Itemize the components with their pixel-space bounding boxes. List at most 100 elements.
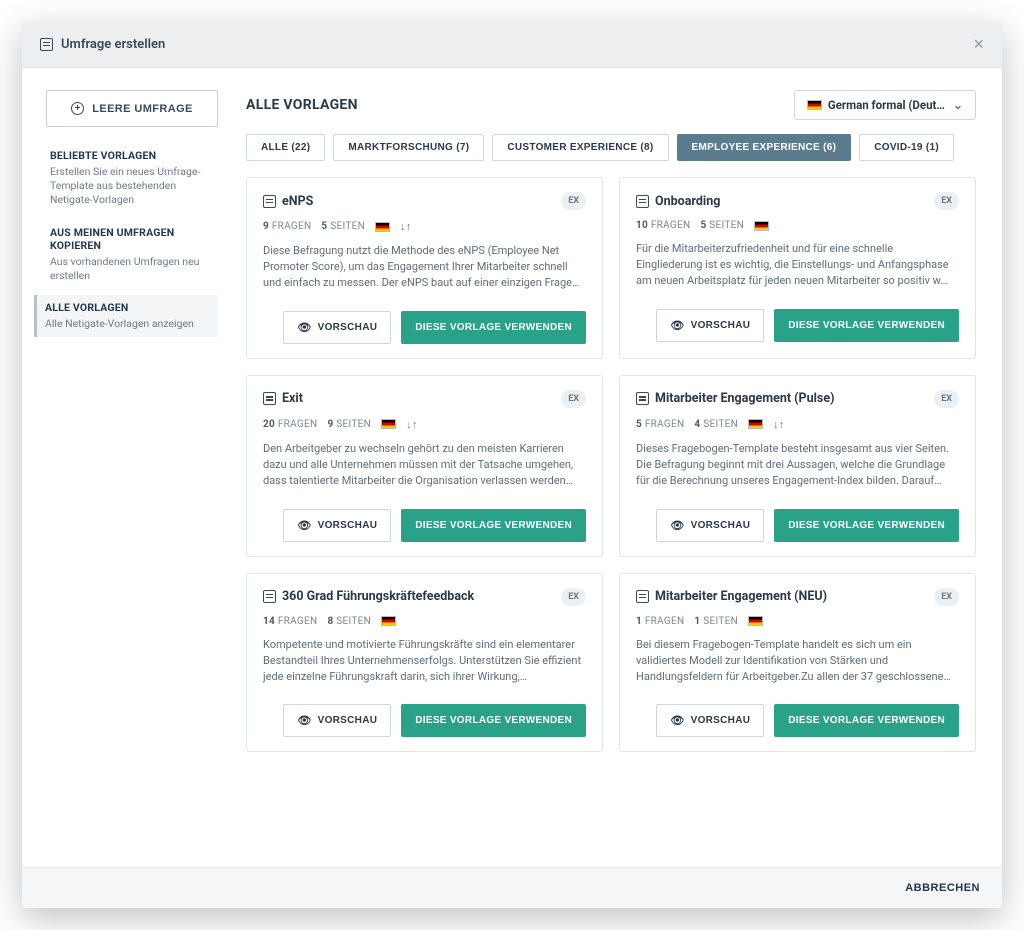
modal-title-wrap: Umfrage erstellen (40, 37, 165, 52)
template-icon (263, 195, 276, 208)
language-select[interactable]: German formal (Deut… ⌄ (794, 90, 976, 120)
flag-de-icon (381, 616, 396, 626)
use-template-button[interactable]: DIESE VORLAGE VERWENDEN (774, 509, 959, 542)
flag-de-icon (754, 221, 769, 231)
card-title-text: Exit (282, 391, 303, 406)
template-card-2: Exit EX 20 FRAGEN9 SEITEN↓↑ Den Arbeitgeber… (246, 375, 603, 557)
modal-title: Umfrage erstellen (61, 37, 165, 52)
card-desc: Diese Befragung nutzt die Methode des eN… (263, 243, 586, 291)
card-meta: 14 FRAGEN8 SEITEN (263, 616, 586, 627)
template-card-3: Mitarbeiter Engagement (Pulse)EX 5 FRAGEN… (619, 375, 976, 557)
card-head: Mitarbeiter Engagement (Pulse)EX (636, 390, 959, 408)
card-title: Mitarbeiter Engagement (NEU) (636, 589, 827, 604)
modal-header: Umfrage erstellen × (22, 22, 1002, 68)
preview-button[interactable]: 👁VORSCHAU (656, 309, 764, 342)
modal-body: + LEERE UMFRAGE BELIEBTE VORLAGEN Erstell… (22, 68, 1002, 867)
card-title: 360 Grad Führungskräftefeedback (263, 589, 474, 604)
eye-icon: 👁 (297, 714, 311, 727)
use-template-button[interactable]: DIESE VORLAGE VERWENDEN (401, 704, 586, 737)
survey-icon (40, 38, 53, 51)
card-actions: 👁VORSCHAU DIESE VORLAGE VERWENDEN (636, 704, 959, 737)
card-desc: Den Arbeitgeber zu wechseln gehört zu de… (263, 441, 586, 489)
sidebar-items: BELIEBTE VORLAGEN Erstellen Sie ein neues… (46, 143, 218, 337)
card-meta: 9 FRAGEN5 SEITEN↓↑ (263, 220, 586, 233)
tab-1[interactable]: MARKTFORSCHUNG (7) (333, 134, 484, 161)
card-title: Exit (263, 391, 303, 406)
template-icon (636, 590, 649, 603)
preview-label: VORSCHAU (318, 715, 378, 726)
ex-badge: EX (561, 588, 586, 606)
use-template-button[interactable]: DIESE VORLAGE VERWENDEN (774, 309, 959, 342)
eye-icon: 👁 (297, 321, 311, 334)
tab-2[interactable]: CUSTOMER EXPERIENCE (8) (492, 134, 668, 161)
card-meta: 5 FRAGEN4 SEITEN↓↑ (636, 418, 959, 431)
tab-4[interactable]: COVID-19 (1) (859, 134, 954, 161)
card-desc: Für die Mitarbeiterzufriedenheit und für… (636, 241, 959, 289)
language-label: German formal (Deut… (828, 98, 945, 112)
sidebar-item-desc: Erstellen Sie ein neues Umfrage-Template… (50, 165, 214, 208)
card-title-text: 360 Grad Führungskräftefeedback (282, 589, 474, 604)
template-card-5: Mitarbeiter Engagement (NEU)EX1 FRAGEN1 … (619, 573, 976, 753)
blank-survey-button[interactable]: + LEERE UMFRAGE (46, 90, 218, 127)
flag-de-icon (375, 222, 390, 232)
template-icon (636, 392, 649, 405)
template-cards: eNPS EX 9 FRAGEN5 SEITEN↓↑ Diese Befragung … (246, 177, 976, 752)
plus-icon: + (71, 102, 84, 115)
use-template-button[interactable]: DIESE VORLAGE VERWENDEN (401, 509, 586, 542)
sidebar-item-0[interactable]: BELIEBTE VORLAGEN Erstellen Sie ein neues… (46, 143, 218, 214)
template-icon (263, 392, 276, 405)
sidebar-item-title: ALLE VORLAGEN (45, 301, 214, 314)
card-title: Onboarding (636, 194, 720, 209)
preview-button[interactable]: 👁 VORSCHAU (283, 704, 391, 737)
card-title-text: Mitarbeiter Engagement (NEU) (655, 589, 827, 604)
card-title-text: Onboarding (655, 194, 720, 209)
cancel-button[interactable]: ABBRECHEN (905, 882, 980, 894)
preview-label: VORSCHAU (318, 520, 378, 531)
preview-button[interactable]: 👁 VORSCHAU (656, 509, 764, 542)
modal-footer: ABBRECHEN (22, 867, 1002, 908)
sidebar-item-desc: Alle Netigate-Vorlagen anzeigen (45, 317, 214, 331)
card-title: eNPS (263, 194, 313, 209)
flag-de-icon (807, 100, 822, 110)
tab-0[interactable]: ALLE (22) (246, 134, 325, 161)
ex-badge: EX (561, 192, 586, 210)
tab-3[interactable]: EMPLOYEE EXPERIENCE (6) (677, 134, 852, 161)
card-actions: 👁 VORSCHAU DIESE VORLAGE VERWENDEN (263, 704, 586, 737)
card-desc: Kompetente und motivierte Führungskräfte… (263, 637, 586, 685)
template-card-1: Onboarding EX 10 FRAGEN5 SEITEN Für die Mit… (619, 177, 976, 359)
sidebar-item-2[interactable]: ALLE VORLAGEN Alle Netigate-Vorlagen anze… (34, 295, 218, 337)
ex-badge: EX (934, 588, 959, 606)
main-panel: ALLE VORLAGEN German formal (Deut… ⌄ ALL… (232, 68, 1002, 867)
preview-label: VORSCHAU (691, 520, 751, 531)
settings-icon: ↓↑ (406, 418, 418, 431)
close-button[interactable]: × (973, 34, 984, 55)
use-template-button[interactable]: DIESE VORLAGE VERWENDEN (401, 311, 586, 344)
eye-icon: 👁 (297, 519, 311, 532)
settings-icon: ↓↑ (773, 418, 785, 431)
card-meta: 20 FRAGEN9 SEITEN↓↑ (263, 418, 586, 431)
preview-label: VORSCHAU (691, 715, 751, 726)
page-title: ALLE VORLAGEN (246, 97, 358, 113)
flag-de-icon (748, 419, 763, 429)
card-head: Onboarding EX (636, 192, 959, 210)
template-icon (263, 590, 276, 603)
template-card-4: 360 Grad Führungskräftefeedback EX 14 FRAG… (246, 573, 603, 753)
sidebar-item-title: BELIEBTE VORLAGEN (50, 149, 214, 162)
ex-badge: EX (561, 390, 586, 408)
sidebar-item-desc: Aus vorhandenen Umfragen neu erstellen (50, 255, 214, 283)
ex-badge: EX (934, 192, 959, 210)
use-template-button[interactable]: DIESE VORLAGE VERWENDEN (774, 704, 959, 737)
card-actions: 👁 VORSCHAU DIESE VORLAGE VERWENDEN (263, 509, 586, 542)
create-survey-modal: Umfrage erstellen × + LEERE UMFRAGE BELI… (22, 22, 1002, 908)
card-meta: 10 FRAGEN5 SEITEN (636, 220, 959, 231)
ex-badge: EX (934, 390, 959, 408)
preview-button[interactable]: 👁 VORSCHAU (283, 509, 391, 542)
main-top: ALLE VORLAGEN German formal (Deut… ⌄ (246, 90, 976, 120)
preview-label: VORSCHAU (318, 322, 378, 333)
sidebar: + LEERE UMFRAGE BELIEBTE VORLAGEN Erstell… (22, 68, 232, 867)
flag-de-icon (748, 616, 763, 626)
preview-button[interactable]: 👁VORSCHAU (656, 704, 764, 737)
preview-button[interactable]: 👁 VORSCHAU (283, 311, 391, 344)
eye-icon: 👁 (670, 519, 684, 532)
sidebar-item-1[interactable]: AUS MEINEN UMFRAGEN KOPIERENAus vorhande… (46, 220, 218, 289)
